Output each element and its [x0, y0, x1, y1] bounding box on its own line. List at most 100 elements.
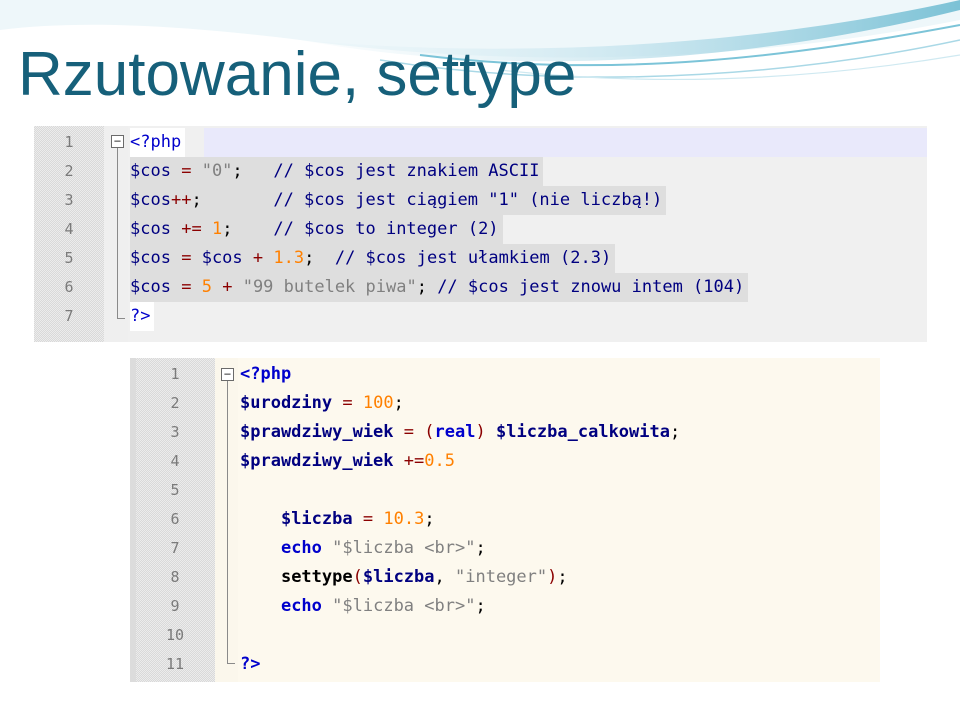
code-text: $cos += 1; // $cos to integer (2): [130, 215, 503, 244]
code-token-num: 1.3: [273, 248, 305, 268]
line-number: 1: [64, 133, 74, 151]
line-number: 6: [170, 510, 180, 528]
code-token-cmt: // $cos to integer (2): [273, 219, 499, 239]
code-line: 4 $cos += 1; // $cos to integer (2): [34, 215, 927, 244]
line-number: 1: [170, 365, 180, 383]
code-line: 8 settype($liczba, "integer");: [130, 563, 880, 592]
code-token-kw: ?>: [240, 654, 261, 674]
code-token-var: $cos: [201, 248, 243, 268]
code-line: 11 ?>: [130, 650, 880, 679]
code-token-fn: settype: [280, 567, 353, 587]
code-snippet-1: − 1 <?php 2 $cos = "0"; // $cos jest znakie…: [34, 126, 927, 342]
code-line: 2 $urodziny = 100;: [130, 389, 880, 418]
code-token-kw: <?php: [240, 364, 292, 384]
code-line: 10: [130, 621, 880, 650]
code-token-plain: ;: [191, 190, 274, 210]
code-token-kw: echo: [280, 538, 322, 558]
code-token-var: $cos: [130, 190, 171, 210]
code-text: $prawdziwy_wiek +=0.5: [240, 447, 459, 476]
code-token-op: +=: [403, 451, 425, 471]
code-snippet-2: − 1 <?php 2 $urodziny = 100; 3 $prawdziwy_wie…: [130, 358, 880, 682]
code-token-num: 0.5: [424, 451, 455, 471]
code-token-num: 100: [362, 393, 394, 413]
line-number: 5: [64, 249, 74, 267]
code-token-var: $prawdziwy_wiek: [240, 451, 394, 471]
code-token-cmt: // $cos jest znakiem ASCII: [273, 161, 540, 181]
code-token-plain: ;: [393, 393, 404, 413]
code-token-cmt: // $cos jest znowu intem (104): [437, 277, 745, 297]
code-text: $urodziny = 100;: [240, 389, 408, 418]
code-line: 6 $cos = 5 + "99 butelek piwa"; // $cos j…: [34, 273, 927, 302]
code-token-num: 1: [211, 219, 223, 239]
code-token-plain: ;: [475, 538, 486, 558]
line-number: 9: [170, 597, 180, 615]
code-token-plain: ;: [669, 422, 681, 442]
code-token-op: +: [252, 248, 264, 268]
code-token-kw: <?php: [130, 132, 182, 152]
code-token-var: $urodziny: [240, 393, 333, 413]
code-token-num: 5: [201, 277, 212, 297]
code-token-plain: ;: [222, 219, 274, 239]
code-token-var: $cos: [130, 219, 171, 239]
code-line: 3 $prawdziwy_wiek = (real) $liczba_calkow…: [130, 418, 880, 447]
code-token-op: =: [181, 248, 192, 268]
code-line: 9 echo "$liczba <br>";: [130, 592, 880, 621]
code-text: ?>: [130, 302, 155, 331]
code-token-op: ++: [170, 190, 192, 210]
line-number: 7: [64, 307, 74, 325]
code-text: echo "$liczba <br>";: [240, 592, 490, 621]
code-text: $cos++; // $cos jest ciągiem "1" (nie li…: [130, 186, 667, 215]
code-token-op: (: [424, 422, 435, 442]
line-number: 3: [64, 191, 74, 209]
code-text: <?php: [240, 360, 295, 389]
code-token-str: "$liczba <br>": [332, 538, 476, 558]
line-number: 2: [170, 394, 180, 412]
code-token-op: =: [181, 161, 192, 181]
code-token-kw: echo: [280, 596, 322, 616]
code-token-plain: ;: [475, 596, 486, 616]
line-number: 5: [170, 481, 180, 499]
code-token-plain: ;: [304, 248, 335, 268]
line-number: 6: [64, 278, 74, 296]
code-token-var: $liczba: [362, 567, 435, 587]
line-number: 8: [170, 568, 180, 586]
line-number: 2: [64, 162, 74, 180]
code-token-op: (: [352, 567, 363, 587]
code-line: 7 ?>: [34, 302, 927, 331]
code-token-plain: ;: [424, 509, 435, 529]
code-line: 4 $prawdziwy_wiek +=0.5: [130, 447, 880, 476]
code-text: $cos = 5 + "99 butelek piwa"; // $cos je…: [130, 273, 749, 302]
line-number: 4: [170, 452, 180, 470]
code-line: 2 $cos = "0"; // $cos jest znakiem ASCII: [34, 157, 927, 186]
code-token-var: $liczba_calkowita: [495, 422, 670, 442]
code-text: $cos = $cos + 1.3; // $cos jest ułamkiem…: [130, 244, 616, 273]
code-token-kw: real: [434, 422, 476, 442]
code-text: settype($liczba, "integer");: [240, 563, 572, 592]
code-token-op: +: [222, 277, 233, 297]
code-token-plain: ,: [434, 567, 455, 587]
code-token-kw: ?>: [130, 306, 151, 326]
code-line: 5 $cos = $cos + 1.3; // $cos jest ułamkie…: [34, 244, 927, 273]
slide-title: Rzutowanie, settype: [18, 40, 577, 109]
code-token-var: $cos: [130, 277, 171, 297]
code-token-op: ): [475, 422, 486, 442]
code-line: 7 echo "$liczba <br>";: [130, 534, 880, 563]
code-token-var: $prawdziwy_wiek: [240, 422, 394, 442]
line-number: 4: [64, 220, 74, 238]
